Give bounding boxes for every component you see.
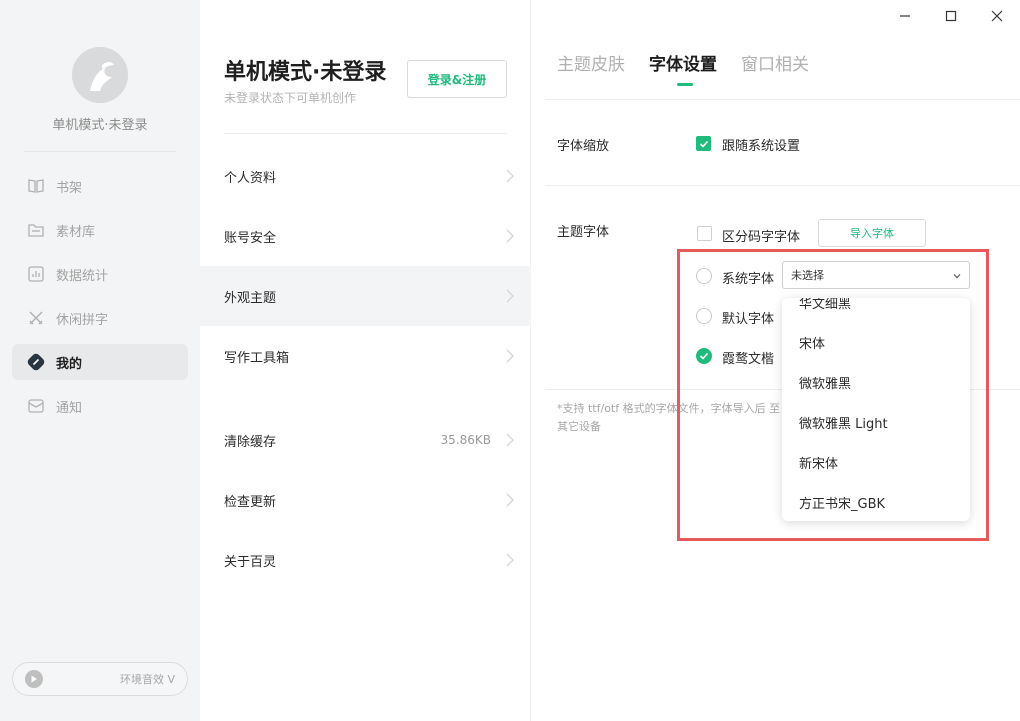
login-register-button[interactable]: 登录&注册 <box>407 60 507 98</box>
distinguish-font-label[interactable]: 区分码字字体 <box>722 226 800 245</box>
chevron-right-icon <box>506 493 514 507</box>
account-panel: 单机模式·未登录 未登录状态下可单机创作 登录&注册 个人资料 账号安全 外观主… <box>200 0 531 721</box>
tab-theme-skin[interactable]: 主题皮肤 <box>557 50 625 75</box>
section-divider <box>545 185 1020 186</box>
menu-item-account-security[interactable]: 账号安全 <box>200 206 531 266</box>
theme-font-label: 主题字体 <box>557 225 610 240</box>
sidebar-user-name: 单机模式·未登录 <box>52 118 148 133</box>
font-scale-label: 字体缩放 <box>557 139 610 154</box>
sidebar: 单机模式·未登录 书架 素材库 数据统计 休闲拼字 我的 通知 环境音效 V <box>0 0 200 721</box>
sidebar-divider <box>24 151 176 152</box>
menu-item-writing-toolbox[interactable]: 写作工具箱 <box>200 326 531 386</box>
menu-item-appearance[interactable]: 外观主题 <box>200 266 531 326</box>
chevron-right-icon <box>506 289 514 303</box>
minimize-icon <box>900 15 910 17</box>
chevron-right-icon <box>506 433 514 447</box>
menu-item-label: 关于百灵 <box>224 554 277 570</box>
import-font-button[interactable]: 导入字体 <box>818 219 926 247</box>
ambient-sound-label: 环境音效 V <box>119 673 175 686</box>
tab-font-settings[interactable]: 字体设置 <box>649 50 717 86</box>
follow-system-label[interactable]: 跟随系统设置 <box>722 135 800 154</box>
sidebar-item-label: 通知 <box>56 400 83 416</box>
menu-item-label: 账号安全 <box>224 230 277 246</box>
sidebar-item-word-game[interactable]: 休闲拼字 <box>12 300 188 336</box>
menu-item-profile[interactable]: 个人资料 <box>200 146 531 206</box>
chart-icon <box>26 264 46 284</box>
chevron-right-icon <box>506 169 514 183</box>
menu-item-label: 清除缓存 <box>224 434 277 450</box>
sidebar-item-materials[interactable]: 素材库 <box>12 212 188 248</box>
sidebar-item-label: 素材库 <box>56 224 96 240</box>
cache-size-value: 35.86KB <box>440 433 491 447</box>
tabs-divider <box>545 99 1020 100</box>
chevron-right-icon <box>506 553 514 567</box>
panel-divider <box>224 133 507 134</box>
check-icon <box>699 140 708 148</box>
avatar[interactable] <box>72 47 128 103</box>
sidebar-item-label: 书架 <box>56 180 83 196</box>
folder-icon <box>26 220 46 240</box>
sidebar-nav: 书架 素材库 数据统计 休闲拼字 我的 通知 <box>12 168 188 432</box>
mail-icon <box>26 396 46 416</box>
menu-item-label: 写作工具箱 <box>224 350 290 366</box>
sidebar-item-mine[interactable]: 我的 <box>12 344 188 380</box>
menu-item-label: 检查更新 <box>224 494 277 510</box>
page-subtitle: 未登录状态下可单机创作 <box>224 91 357 105</box>
menu-item-label: 外观主题 <box>224 290 277 306</box>
settings-tabs: 主题皮肤 字体设置 窗口相关 <box>557 50 833 86</box>
maximize-button[interactable] <box>941 6 961 26</box>
follow-system-checkbox[interactable] <box>696 136 711 151</box>
sidebar-item-label: 我的 <box>56 356 83 372</box>
menu-item-label: 个人资料 <box>224 170 277 186</box>
crossed-swords-icon <box>26 308 46 328</box>
sidebar-item-label: 休闲拼字 <box>56 312 109 328</box>
menu-item-about[interactable]: 关于百灵 <box>200 530 531 590</box>
play-icon[interactable] <box>25 670 43 688</box>
sidebar-item-label: 数据统计 <box>56 268 109 284</box>
close-button[interactable] <box>987 6 1007 26</box>
user-avatar-icon <box>72 47 128 103</box>
profile-icon <box>26 352 46 372</box>
highlight-box <box>677 249 989 541</box>
chevron-right-icon <box>506 349 514 363</box>
sidebar-item-notifications[interactable]: 通知 <box>12 388 188 424</box>
distinguish-font-checkbox[interactable] <box>697 226 712 241</box>
maximize-icon <box>945 10 957 22</box>
sidebar-item-bookshelf[interactable]: 书架 <box>12 168 188 204</box>
close-icon <box>991 10 1003 22</box>
chevron-right-icon <box>506 229 514 243</box>
tab-window[interactable]: 窗口相关 <box>741 50 809 75</box>
book-icon <box>26 176 46 196</box>
minimize-button[interactable] <box>895 6 915 26</box>
ambient-sound-toggle[interactable]: 环境音效 V <box>12 662 188 696</box>
menu-item-clear-cache[interactable]: 清除缓存 35.86KB <box>200 410 531 470</box>
page-title: 单机模式·未登录 <box>224 60 387 85</box>
menu-item-check-update[interactable]: 检查更新 <box>200 470 531 530</box>
sidebar-item-statistics[interactable]: 数据统计 <box>12 256 188 292</box>
